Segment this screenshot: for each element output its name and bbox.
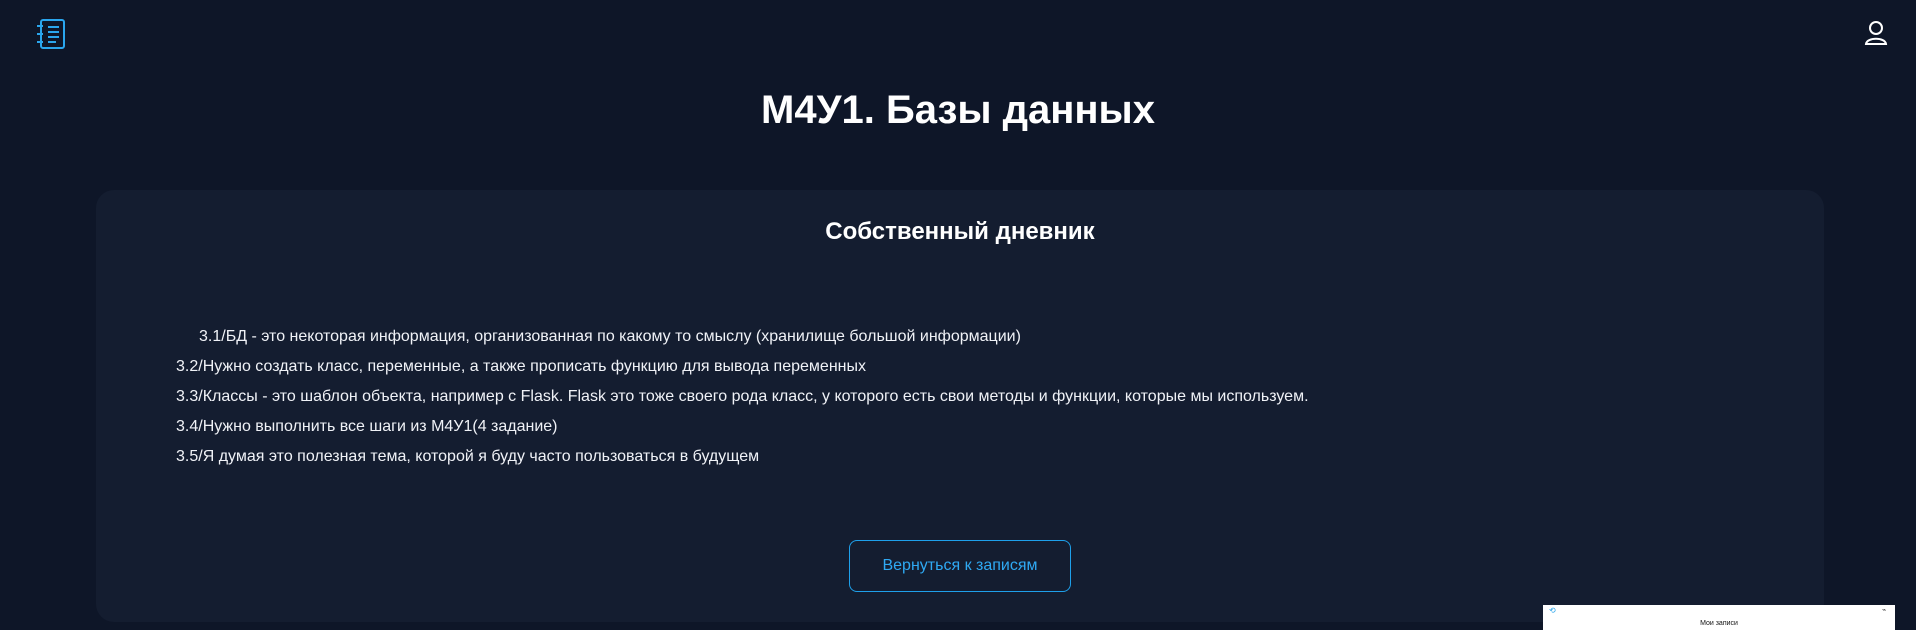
page-title: М4У1. Базы данных [761, 88, 1155, 132]
diary-entry-text: 3.1/БД - это некоторая информация, орган… [176, 322, 1736, 472]
user-profile-icon[interactable] [1864, 20, 1888, 46]
top-navigation [0, 0, 1916, 70]
back-to-entries-button[interactable]: Вернуться к записям [849, 540, 1071, 592]
mini-notebook-icon: ⟲ [1549, 606, 1556, 615]
notebook-list-icon[interactable] [36, 17, 68, 51]
mini-preview-overlay: ⟲ Мои записи ⌁ [1543, 605, 1895, 630]
mini-user-icon: ⌁ [1882, 607, 1887, 614]
diary-entry-card: Собственный дневник 3.1/БД - это некотор… [96, 190, 1824, 622]
entry-line-1: 3.1/БД - это некоторая информация, орган… [199, 328, 1021, 345]
entry-line-5: 3.5/Я думая это полезная тема, которой я… [176, 448, 760, 465]
mini-preview-label: Мои записи [1700, 620, 1738, 627]
entry-line-4: 3.4/Нужно выполнить все шаги из М4У1(4 з… [176, 418, 558, 435]
card-title: Собственный дневник [825, 218, 1095, 245]
entry-line-2: 3.2/Нужно создать класс, переменные, а т… [176, 358, 866, 375]
entry-line-3: 3.3/Классы - это шаблон объекта, наприме… [176, 388, 1309, 405]
